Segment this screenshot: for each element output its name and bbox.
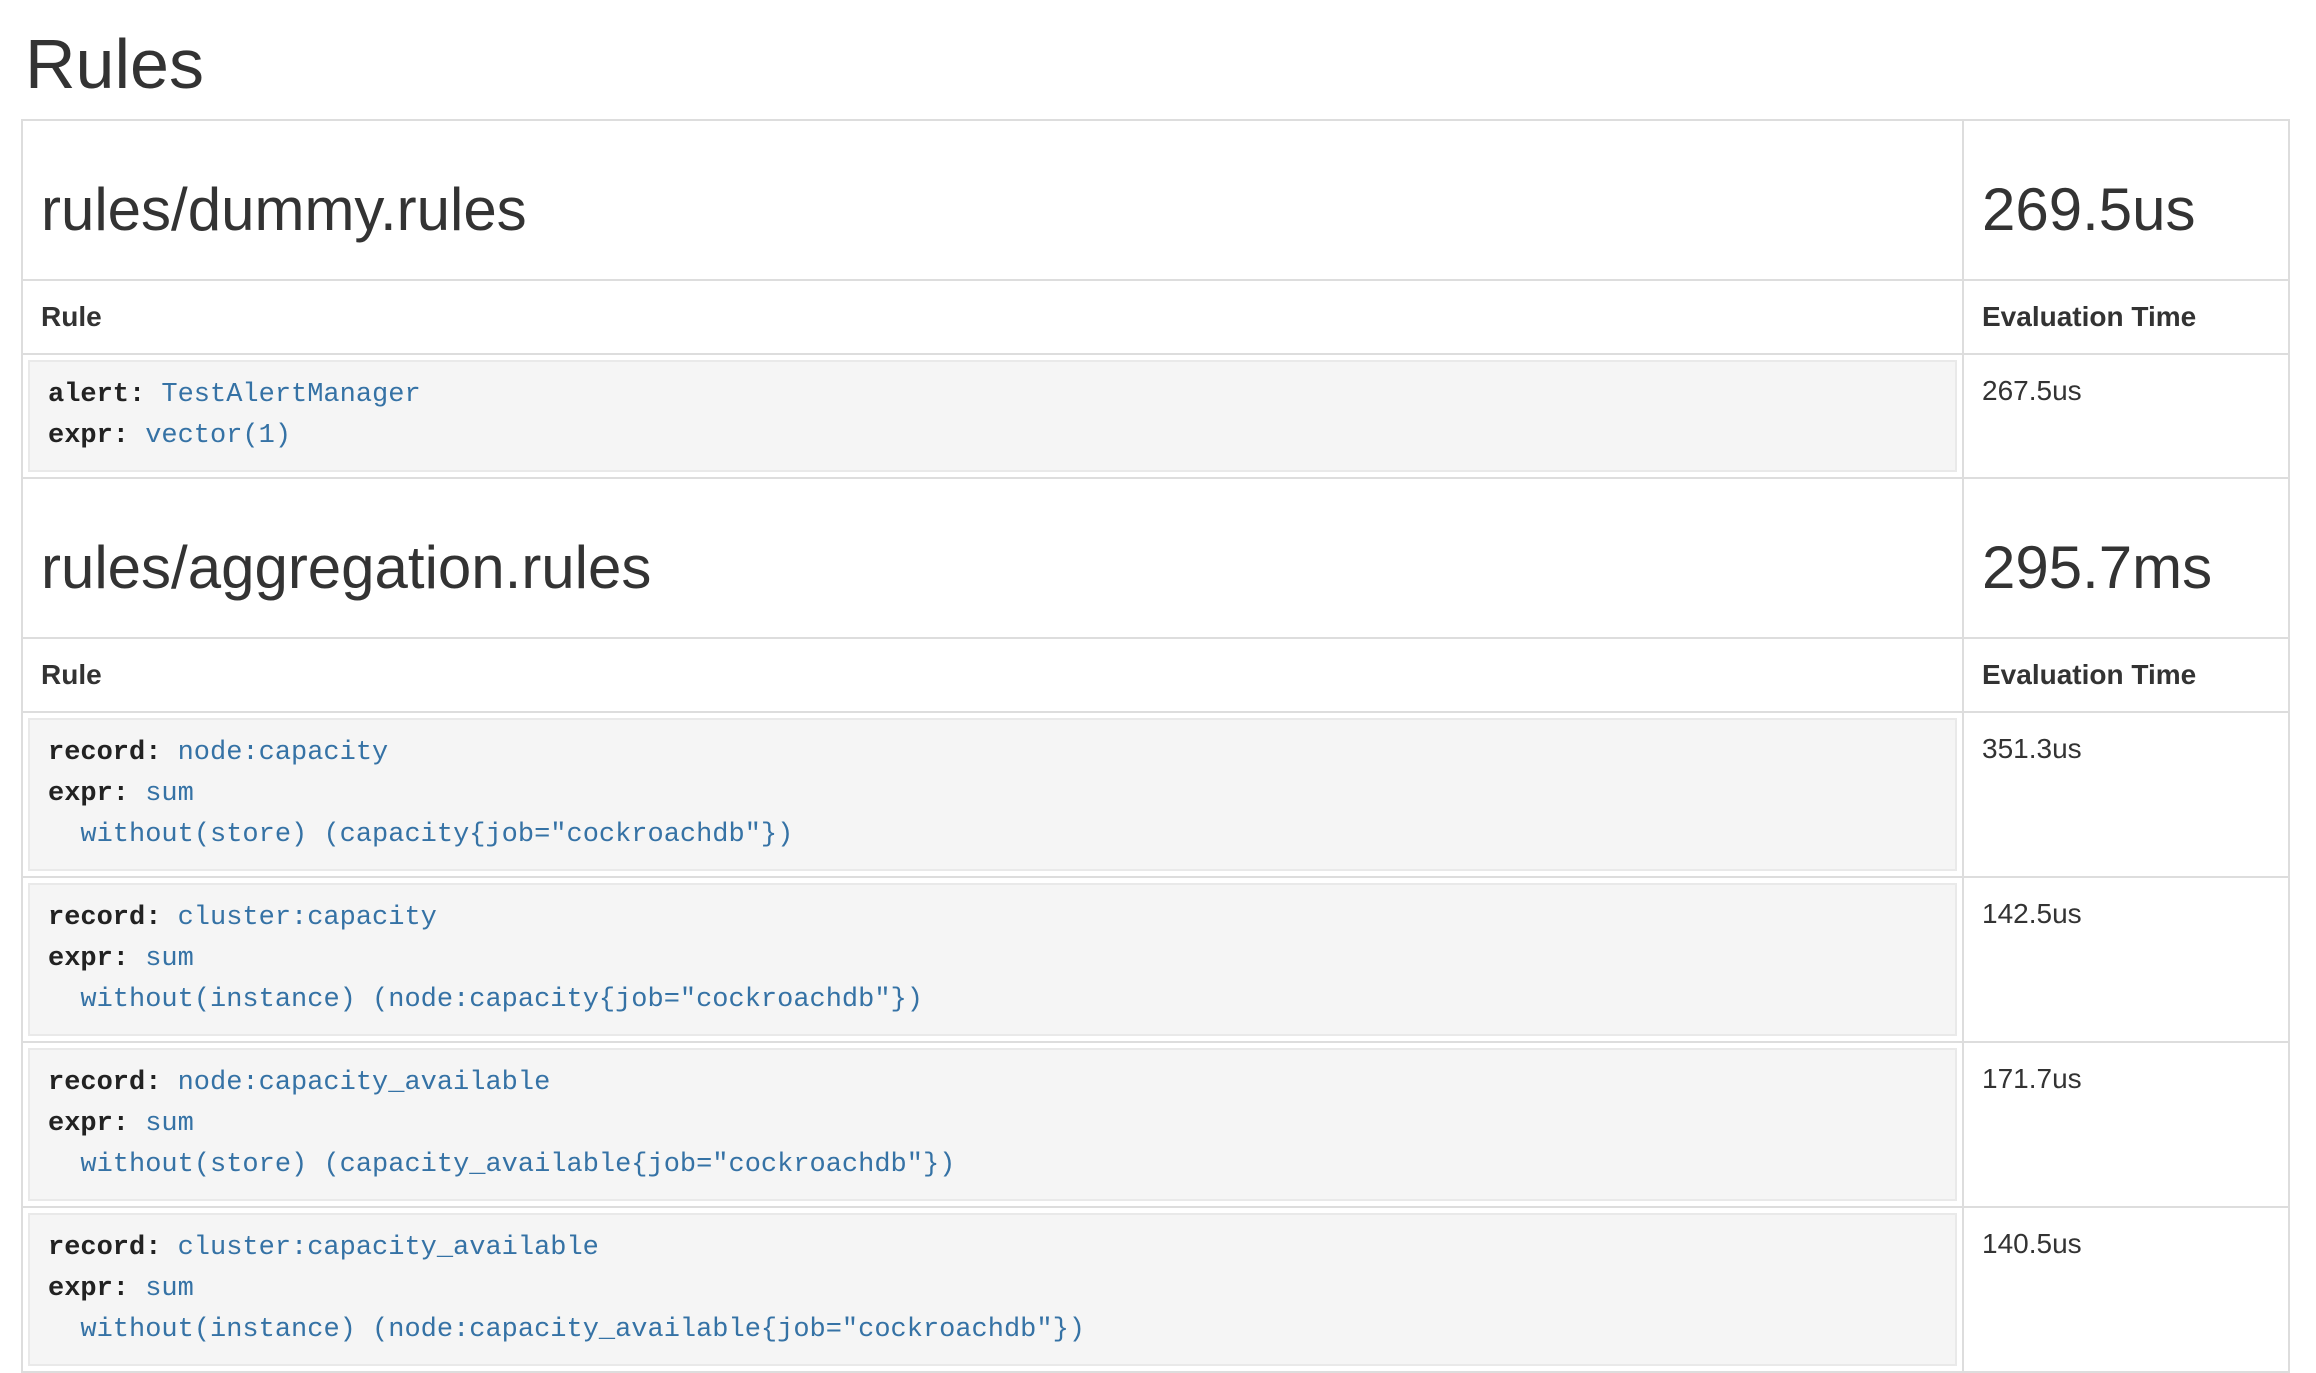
rule-line: without(instance) (node:capacity_availab…: [48, 1310, 1937, 1351]
expr-link[interactable]: sum: [145, 1109, 194, 1139]
rule-key: expr:: [48, 944, 129, 974]
rule-key: expr:: [48, 421, 129, 451]
evaluation-time-column-header: Evaluation Time: [1963, 638, 2289, 712]
column-header-row: Rule Evaluation Time: [22, 280, 2289, 354]
rule-cell: record: node:capacity expr: sum without(sto…: [22, 712, 1963, 877]
rule-key: alert:: [48, 380, 145, 410]
rule-column-header: Rule: [22, 638, 1963, 712]
rule-line: alert: TestAlertManager: [48, 375, 1937, 416]
rule-line: without(store) (capacity{job="cockroachd…: [48, 815, 1937, 856]
rule-key: expr:: [48, 1109, 129, 1139]
rule-line: without(store) (capacity_available{job="…: [48, 1145, 1937, 1186]
rule-group-total-time-cell: 269.5us: [1963, 120, 2289, 280]
rule-link[interactable]: node:capacity_available: [178, 1068, 551, 1098]
rule-row: record: cluster:capacity_available expr: su…: [22, 1207, 2289, 1372]
evaluation-time-value: 171.7us: [1963, 1042, 2289, 1207]
rule-line: record: cluster:capacity: [48, 898, 1937, 939]
rule-line: without(instance) (node:capacity{job="co…: [48, 980, 1937, 1021]
rule-column-header: Rule: [22, 280, 1963, 354]
rule-line: record: node:capacity: [48, 733, 1937, 774]
evaluation-time-value: 267.5us: [1963, 354, 2289, 478]
rule-key: record:: [48, 1233, 161, 1263]
rule-cell: record: node:capacity_available expr: sum w…: [22, 1042, 1963, 1207]
expr-link[interactable]: without(store) (capacity_available{job="…: [48, 1150, 955, 1180]
rule-line: expr: sum: [48, 1269, 1937, 1310]
rule-group-file: rules/dummy.rules: [41, 177, 1944, 243]
rule-group-name-cell: rules/aggregation.rules: [22, 478, 1963, 638]
expr-link[interactable]: sum: [145, 944, 194, 974]
rule-row: record: node:capacity_available expr: sum w…: [22, 1042, 2289, 1207]
rule-definition: record: node:capacity_available expr: sum w…: [28, 1048, 1957, 1201]
expr-link[interactable]: sum: [145, 1274, 194, 1304]
rule-cell: record: cluster:capacity expr: sum without(…: [22, 877, 1963, 1042]
rule-key: record:: [48, 1068, 161, 1098]
expr-link[interactable]: sum: [145, 779, 194, 809]
rule-group-header-row: rules/dummy.rules 269.5us: [22, 120, 2289, 280]
rule-row: alert: TestAlertManager expr: vector(1) 267…: [22, 354, 2289, 478]
rule-key: record:: [48, 738, 161, 768]
rule-line: expr: vector(1): [48, 416, 1937, 457]
rule-line: record: node:capacity_available: [48, 1063, 1937, 1104]
rule-link[interactable]: node:capacity: [178, 738, 389, 768]
rule-cell: alert: TestAlertManager expr: vector(1): [22, 354, 1963, 478]
rule-key: expr:: [48, 1274, 129, 1304]
rule-key: expr:: [48, 779, 129, 809]
rule-definition: alert: TestAlertManager expr: vector(1): [28, 360, 1957, 472]
rule-row: record: cluster:capacity expr: sum without(…: [22, 877, 2289, 1042]
rule-group-name-cell: rules/dummy.rules: [22, 120, 1963, 280]
evaluation-time-value: 140.5us: [1963, 1207, 2289, 1372]
rule-key: record:: [48, 903, 161, 933]
rule-line: expr: sum: [48, 939, 1937, 980]
rule-group-total-time: 269.5us: [1982, 177, 2270, 243]
expr-link[interactable]: without(instance) (node:capacity_availab…: [48, 1315, 1085, 1345]
rule-group-total-time-cell: 295.7ms: [1963, 478, 2289, 638]
rule-definition: record: cluster:capacity_available expr: su…: [28, 1213, 1957, 1366]
rule-line: expr: sum: [48, 774, 1937, 815]
expr-link[interactable]: without(instance) (node:capacity{job="co…: [48, 985, 923, 1015]
rule-link[interactable]: TestAlertManager: [161, 380, 420, 410]
rule-line: expr: sum: [48, 1104, 1937, 1145]
evaluation-time-value: 142.5us: [1963, 877, 2289, 1042]
page-title: Rules: [25, 26, 2290, 103]
rule-link[interactable]: cluster:capacity_available: [178, 1233, 599, 1263]
rules-table: rules/dummy.rules 269.5us Rule Evaluatio…: [21, 119, 2290, 1373]
rule-link[interactable]: cluster:capacity: [178, 903, 437, 933]
rule-group-header-row: rules/aggregation.rules 295.7ms: [22, 478, 2289, 638]
expr-link[interactable]: vector(1): [145, 421, 291, 451]
rule-group-total-time: 295.7ms: [1982, 535, 2270, 601]
rule-line: record: cluster:capacity_available: [48, 1228, 1937, 1269]
rule-group-file: rules/aggregation.rules: [41, 535, 1944, 601]
expr-link[interactable]: without(store) (capacity{job="cockroachd…: [48, 820, 793, 850]
evaluation-time-column-header: Evaluation Time: [1963, 280, 2289, 354]
rule-row: record: node:capacity expr: sum without(sto…: [22, 712, 2289, 877]
rule-cell: record: cluster:capacity_available expr: su…: [22, 1207, 1963, 1372]
column-header-row: Rule Evaluation Time: [22, 638, 2289, 712]
rule-definition: record: cluster:capacity expr: sum without(…: [28, 883, 1957, 1036]
rule-definition: record: node:capacity expr: sum without(sto…: [28, 718, 1957, 871]
evaluation-time-value: 351.3us: [1963, 712, 2289, 877]
